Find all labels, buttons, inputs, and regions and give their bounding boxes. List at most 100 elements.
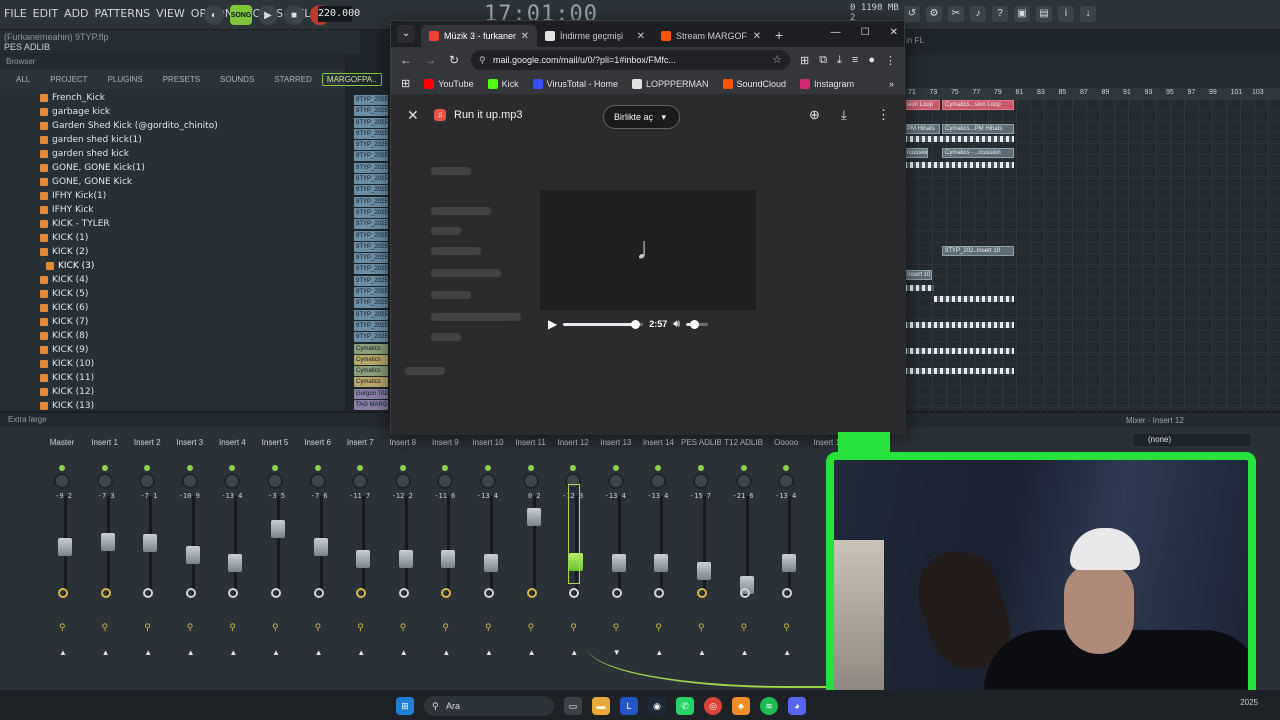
pan-knob[interactable] (650, 473, 667, 489)
download-attachment-icon[interactable]: ⤓ (841, 107, 847, 123)
insert-name[interactable]: PES ADLIB (681, 438, 721, 447)
browser-file-item[interactable]: KICK (6) (40, 301, 345, 315)
route-toggle-icon[interactable] (484, 588, 494, 598)
browser-file-item[interactable]: garden shed kick (40, 147, 345, 161)
mic-icon[interactable]: ♪ (970, 6, 986, 22)
discord-icon[interactable]: ◕ (788, 697, 806, 715)
playlist-grid[interactable]: sion Loop Cymatics...sion Loop PM Hihats… (904, 100, 1280, 410)
channel-button[interactable]: 9TYP_2025 (354, 287, 388, 298)
clip-perc-b[interactable]: Cymatics -...rcussion (942, 148, 1014, 158)
download-icon[interactable]: ↓ (1080, 6, 1096, 22)
song-mode-button[interactable]: SONG (230, 5, 252, 25)
channel-button[interactable]: 9TYP_2025 (354, 151, 388, 162)
pan-knob[interactable] (54, 473, 70, 489)
mixer-insert-strip[interactable]: Insert 9 -11.6 ⚲ ▲ (425, 438, 465, 668)
volume-fader[interactable] (782, 554, 797, 572)
spotify-icon[interactable]: ≋ (760, 697, 778, 715)
channel-button[interactable]: TAG MARGOF (354, 400, 388, 411)
volume-fader[interactable] (271, 520, 285, 538)
insert-name[interactable]: Insert 9 (425, 438, 465, 447)
pan-knob[interactable] (224, 473, 241, 489)
volume-fader[interactable] (58, 538, 72, 556)
route-toggle-icon[interactable] (398, 588, 409, 598)
insert-enable-led[interactable] (655, 465, 662, 471)
fx-slot-icon[interactable]: ⚲ (59, 622, 66, 633)
pattern-b[interactable] (934, 296, 1014, 302)
fx-slot-icon[interactable]: ⚲ (655, 622, 662, 633)
fx-slot-icon[interactable]: ⚲ (400, 622, 407, 633)
mixer-insert-strip[interactable]: T12 ADLIB -21.6 ⚲ ▲ (724, 438, 764, 668)
channel-button[interactable]: 9TYP_2025 (354, 162, 388, 173)
channel-button[interactable]: Cymatics (354, 366, 388, 377)
help-icon[interactable]: ? (992, 6, 1008, 22)
channel-button[interactable]: 9TYP_2025 (354, 264, 388, 275)
add-to-drive-icon[interactable]: ⊕ (809, 107, 820, 123)
send-arrow-icon[interactable]: ▲ (485, 648, 493, 657)
open-with-button[interactable]: Birlikte aç ▾ (603, 105, 680, 129)
apps-grid-icon[interactable]: ⊞ (401, 77, 410, 90)
browser-file-item[interactable]: KICK (1) (40, 231, 345, 245)
profile-avatar-icon[interactable]: ● (868, 54, 875, 66)
pan-knob[interactable] (480, 473, 496, 489)
file-explorer-icon[interactable]: ▬ (592, 697, 610, 715)
insert-enable-led[interactable] (570, 465, 577, 471)
extensions-icon[interactable]: ⧉ (819, 54, 827, 67)
insert-enable-led[interactable] (442, 465, 449, 471)
pattern-a[interactable] (904, 285, 934, 291)
save-icon[interactable]: ▣ (1014, 6, 1030, 22)
fx-slot-icon[interactable]: ⚲ (528, 622, 535, 633)
fx-slot-icon[interactable]: ⚲ (272, 622, 279, 633)
fx-slot-icon[interactable]: ⚲ (485, 622, 492, 633)
menu-edit[interactable]: EDIT (33, 7, 58, 20)
browser-file-item[interactable]: KICK (9) (40, 343, 345, 357)
clip-insert10-a[interactable]: Insert 10 (904, 270, 932, 280)
link-icon[interactable]: ⚙ (926, 6, 942, 22)
insert-name[interactable]: Insert 8 (383, 438, 423, 447)
more-bookmarks-icon[interactable]: » (889, 79, 894, 89)
channel-button[interactable]: 9TYP_2025 (354, 230, 388, 241)
insert-name[interactable]: Master (42, 438, 82, 447)
mixer-insert-strip[interactable]: Ooooo -13.4 ⚲ ▲ (766, 438, 806, 668)
insert-name[interactable]: Insert 3 (170, 438, 210, 447)
more-options-icon[interactable]: ⋮ (877, 107, 890, 123)
channel-button[interactable]: Cymatics (354, 354, 388, 365)
fx-slot-icon[interactable]: ⚲ (442, 622, 449, 633)
browser-file-item[interactable]: KICK (7) (40, 315, 345, 329)
insert-name[interactable]: Insert 7 (340, 438, 380, 447)
new-tab-icon[interactable]: + (775, 27, 783, 43)
fx-slot-icon[interactable]: ⚲ (229, 622, 236, 633)
pan-knob[interactable] (267, 473, 283, 489)
browser-file-item[interactable]: KICK (5) (40, 287, 345, 301)
browser-tab-starred[interactable]: STARRED (264, 75, 322, 84)
channel-button[interactable]: 9TYP_2025 (354, 106, 388, 117)
volume-fader[interactable] (100, 533, 115, 551)
mixer-insert-strip[interactable]: Insert 10 -13.4 ⚲ ▲ (468, 438, 508, 668)
clip-hihats-a[interactable]: PM Hihats (904, 124, 940, 134)
route-toggle-icon[interactable] (271, 588, 281, 598)
browser-tab[interactable]: Stream MARGOF n ✕ (653, 25, 769, 47)
browser-file-item[interactable]: KICK (12) (40, 385, 345, 399)
browser-file-item[interactable]: KICK (8) (40, 329, 345, 343)
browser-file-item[interactable]: KICK (11) (40, 371, 345, 385)
channel-button[interactable]: 9TYP_2025 (354, 196, 388, 207)
insert-name[interactable]: Ooooo (766, 438, 806, 447)
browser-file-item[interactable]: KICK (3) (40, 259, 345, 273)
pan-knob[interactable] (181, 473, 198, 489)
volume-fader[interactable] (228, 554, 243, 572)
fx-slot-icon[interactable]: ⚲ (357, 622, 364, 633)
mixer-insert-strip[interactable]: Insert 7 -11.7 ⚲ ▲ (340, 438, 380, 668)
chrome-taskbar-icon[interactable]: ◎ (704, 697, 722, 715)
volume-thumb[interactable] (689, 319, 699, 329)
browser-tab-margofpack[interactable]: MARGOFPA.. (321, 72, 382, 86)
channel-button[interactable]: 9TYP_2025 (354, 298, 388, 309)
route-toggle-icon[interactable] (143, 588, 154, 598)
pat-song-switch-icon[interactable]: ◐ (204, 5, 224, 25)
address-bar[interactable]: ⚲ mail.google.com/mail/u/0/?pli=1#inbox/… (471, 50, 790, 70)
insert-enable-led[interactable] (740, 465, 747, 471)
insert-name[interactable]: Insert 5 (255, 438, 295, 447)
route-toggle-icon[interactable] (654, 588, 665, 598)
menu-patterns[interactable]: PATTERNS (95, 7, 151, 20)
browser-file-item[interactable]: garden shed kick(1) (40, 133, 345, 147)
route-toggle-icon[interactable] (611, 588, 622, 598)
bookmark-item[interactable]: YouTube (424, 78, 474, 89)
